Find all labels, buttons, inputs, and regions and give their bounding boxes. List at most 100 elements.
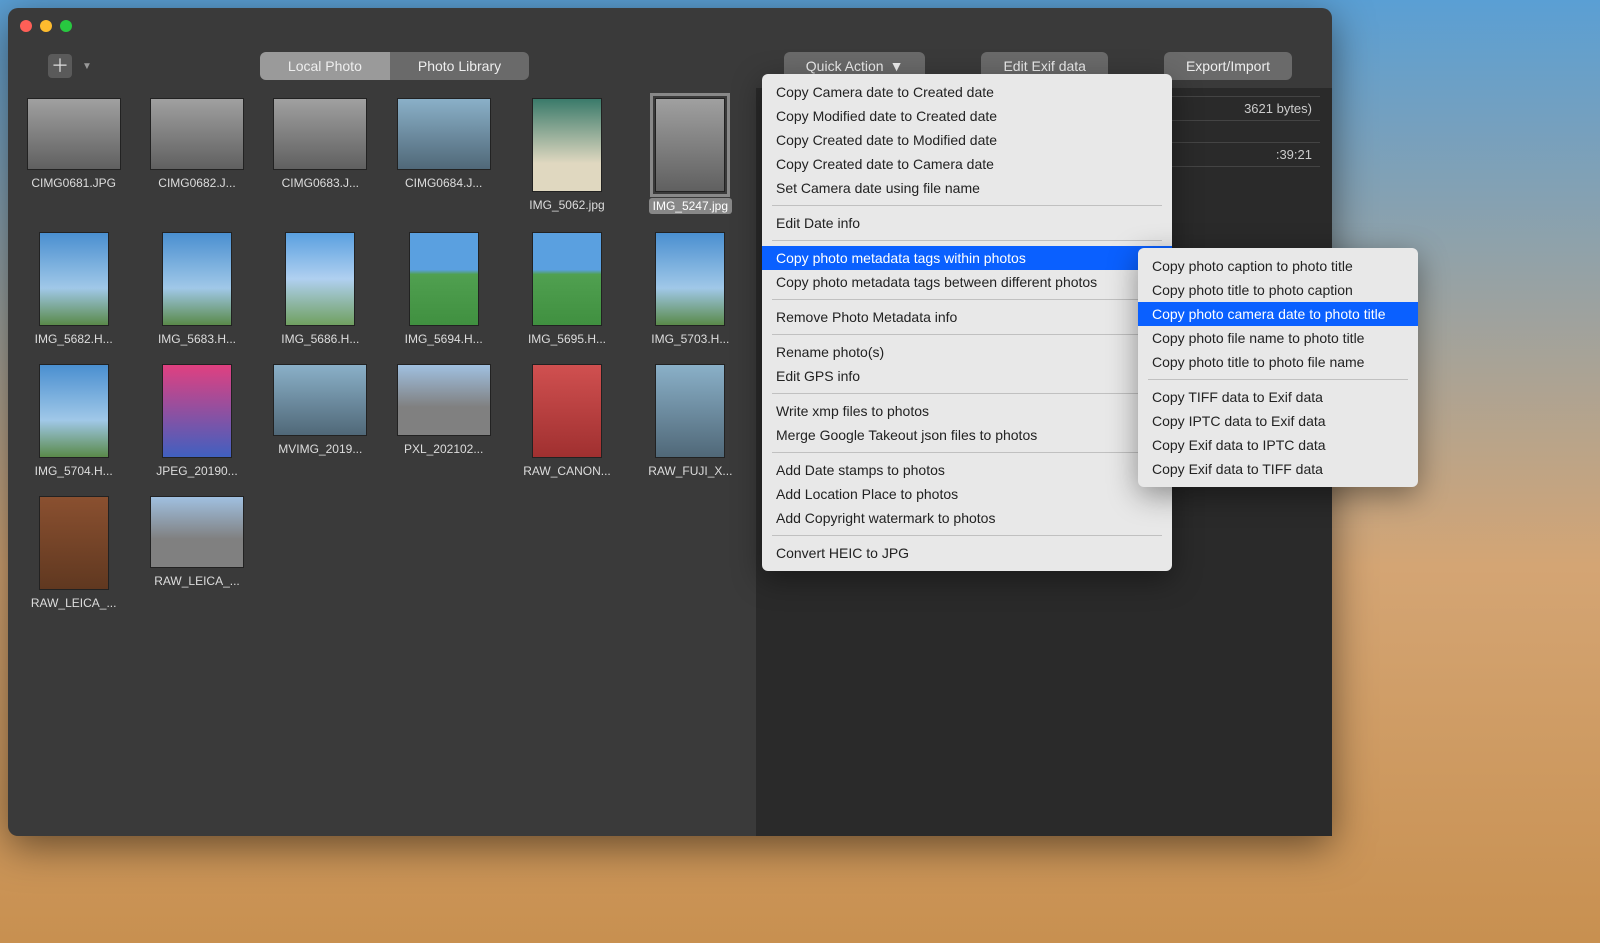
menu-item[interactable]: Add Copyright watermark to photos <box>762 506 1172 530</box>
thumbnail-cell[interactable]: CIMG0683.J... <box>269 98 372 214</box>
thumbnail-cell[interactable]: IMG_5682.H... <box>22 232 125 346</box>
menu-separator <box>772 240 1162 241</box>
submenu-item[interactable]: Copy Exif data to TIFF data <box>1138 457 1418 481</box>
thumbnail-caption: IMG_5062.jpg <box>529 198 604 212</box>
submenu-item[interactable]: Copy Exif data to IPTC data <box>1138 433 1418 457</box>
menu-item[interactable]: Copy Modified date to Created date <box>762 104 1172 128</box>
segment-photo-library[interactable]: Photo Library <box>390 52 529 80</box>
thumbnail-caption: RAW_FUJI_X... <box>648 464 732 478</box>
thumbnail-caption: IMG_5694.H... <box>405 332 483 346</box>
thumbnail-image[interactable] <box>27 98 121 170</box>
chevron-down-icon: ▼ <box>890 58 904 74</box>
thumbnail-caption: IMG_5703.H... <box>651 332 729 346</box>
menu-item[interactable]: Write xmp files to photos <box>762 399 1172 423</box>
submenu-item[interactable]: Copy photo camera date to photo title <box>1138 302 1418 326</box>
thumbnail-grid-area: CIMG0681.JPG CIMG0682.J... CIMG0683.J... CI… <box>8 88 756 836</box>
menu-item[interactable]: Edit Date info <box>762 211 1172 235</box>
menu-item[interactable]: Copy photo metadata tags within photos▶ <box>762 246 1172 270</box>
thumbnail-caption: CIMG0684.J... <box>405 176 482 190</box>
menu-item[interactable]: Copy Created date to Modified date <box>762 128 1172 152</box>
thumbnail-cell[interactable]: RAW_CANON... <box>515 364 618 478</box>
menu-item[interactable]: Set Camera date using file name <box>762 176 1172 200</box>
minimize-icon[interactable] <box>40 20 52 32</box>
thumbnail-cell[interactable]: IMG_5247.jpg <box>639 98 742 214</box>
menu-separator <box>772 452 1162 453</box>
thumbnail-cell[interactable]: RAW_LEICA_... <box>22 496 125 610</box>
thumbnail-cell[interactable]: IMG_5704.H... <box>22 364 125 478</box>
menu-item[interactable]: Add Location Place to photos <box>762 482 1172 506</box>
window-controls <box>20 20 72 32</box>
thumbnail-image[interactable] <box>150 98 244 170</box>
thumbnail-cell[interactable]: IMG_5062.jpg <box>515 98 618 214</box>
menu-item[interactable]: Remove Photo Metadata info <box>762 305 1172 329</box>
submenu-item[interactable]: Copy photo caption to photo title <box>1138 254 1418 278</box>
menu-separator <box>772 205 1162 206</box>
thumbnail-cell[interactable]: CIMG0681.JPG <box>22 98 125 214</box>
thumbnail-image[interactable] <box>39 364 109 458</box>
submenu-item[interactable]: Copy photo file name to photo title <box>1138 326 1418 350</box>
menu-separator <box>772 393 1162 394</box>
quick-action-menu: Copy Camera date to Created dateCopy Mod… <box>762 74 1172 571</box>
menu-item[interactable]: Copy Created date to Camera date <box>762 152 1172 176</box>
thumbnail-image[interactable] <box>409 232 479 326</box>
thumbnail-image[interactable] <box>397 98 491 170</box>
thumbnail-caption: IMG_5683.H... <box>158 332 236 346</box>
thumbnail-caption: IMG_5695.H... <box>528 332 606 346</box>
export-import-button[interactable]: Export/Import <box>1164 52 1292 80</box>
submenu-item[interactable]: Copy TIFF data to Exif data <box>1138 385 1418 409</box>
thumbnail-image[interactable] <box>397 364 491 436</box>
thumbnail-cell[interactable]: RAW_LEICA_... <box>145 496 248 610</box>
thumbnail-image[interactable] <box>532 232 602 326</box>
thumbnail-image[interactable] <box>39 232 109 326</box>
menu-item[interactable]: Merge Google Takeout json files to photo… <box>762 423 1172 447</box>
menu-item[interactable]: Rename photo(s) <box>762 340 1172 364</box>
thumbnail-cell[interactable]: IMG_5683.H... <box>145 232 248 346</box>
menu-item[interactable]: Edit GPS info <box>762 364 1172 388</box>
submenu-item[interactable]: Copy photo title to photo caption <box>1138 278 1418 302</box>
segment-local-photo[interactable]: Local Photo <box>260 52 390 80</box>
thumbnail-cell[interactable]: IMG_5694.H... <box>392 232 495 346</box>
thumbnail-image[interactable] <box>655 364 725 458</box>
thumbnail-image[interactable] <box>162 232 232 326</box>
menu-item[interactable]: Copy Camera date to Created date <box>762 80 1172 104</box>
add-button[interactable]: ＋ <box>48 54 72 78</box>
thumbnail-image[interactable] <box>285 232 355 326</box>
view-segment: Local Photo Photo Library <box>260 52 529 80</box>
thumbnail-image[interactable] <box>273 364 367 436</box>
thumbnail-cell[interactable]: IMG_5695.H... <box>515 232 618 346</box>
thumbnail-cell[interactable]: IMG_5686.H... <box>269 232 372 346</box>
thumbnail-caption: CIMG0682.J... <box>158 176 235 190</box>
submenu-item[interactable]: Copy photo title to photo file name <box>1138 350 1418 374</box>
thumbnail-caption: PXL_202102... <box>404 442 483 456</box>
menu-item[interactable]: Copy photo metadata tags between differe… <box>762 270 1172 294</box>
thumbnail-caption: CIMG0681.JPG <box>31 176 116 190</box>
thumbnail-image[interactable] <box>162 364 232 458</box>
thumbnail-image[interactable] <box>39 496 109 590</box>
close-icon[interactable] <box>20 20 32 32</box>
submenu-item[interactable]: Copy IPTC data to Exif data <box>1138 409 1418 433</box>
zoom-icon[interactable] <box>60 20 72 32</box>
menu-item[interactable]: Convert HEIC to JPG <box>762 541 1172 565</box>
menu-item[interactable]: Add Date stamps to photos <box>762 458 1172 482</box>
thumbnail-caption: RAW_LEICA_... <box>31 596 117 610</box>
thumbnail-cell[interactable]: MVIMG_2019... <box>269 364 372 478</box>
thumbnail-image[interactable] <box>532 364 602 458</box>
thumbnail-cell[interactable]: RAW_FUJI_X... <box>639 364 742 478</box>
thumbnail-image[interactable] <box>273 98 367 170</box>
thumbnail-image[interactable] <box>532 98 602 192</box>
menu-separator <box>1148 379 1408 380</box>
chevron-down-icon[interactable]: ▼ <box>82 61 92 72</box>
thumbnail-cell[interactable]: IMG_5703.H... <box>639 232 742 346</box>
thumbnail-image[interactable] <box>655 98 725 192</box>
thumbnail-caption: IMG_5704.H... <box>35 464 113 478</box>
thumbnail-caption: MVIMG_2019... <box>278 442 362 456</box>
thumbnail-cell[interactable]: PXL_202102... <box>392 364 495 478</box>
thumbnail-cell[interactable]: JPEG_20190... <box>145 364 248 478</box>
titlebar <box>8 8 1332 44</box>
thumbnail-cell[interactable]: CIMG0682.J... <box>145 98 248 214</box>
thumbnail-caption: CIMG0683.J... <box>282 176 359 190</box>
thumbnail-image[interactable] <box>150 496 244 568</box>
menu-separator <box>772 535 1162 536</box>
thumbnail-image[interactable] <box>655 232 725 326</box>
thumbnail-cell[interactable]: CIMG0684.J... <box>392 98 495 214</box>
